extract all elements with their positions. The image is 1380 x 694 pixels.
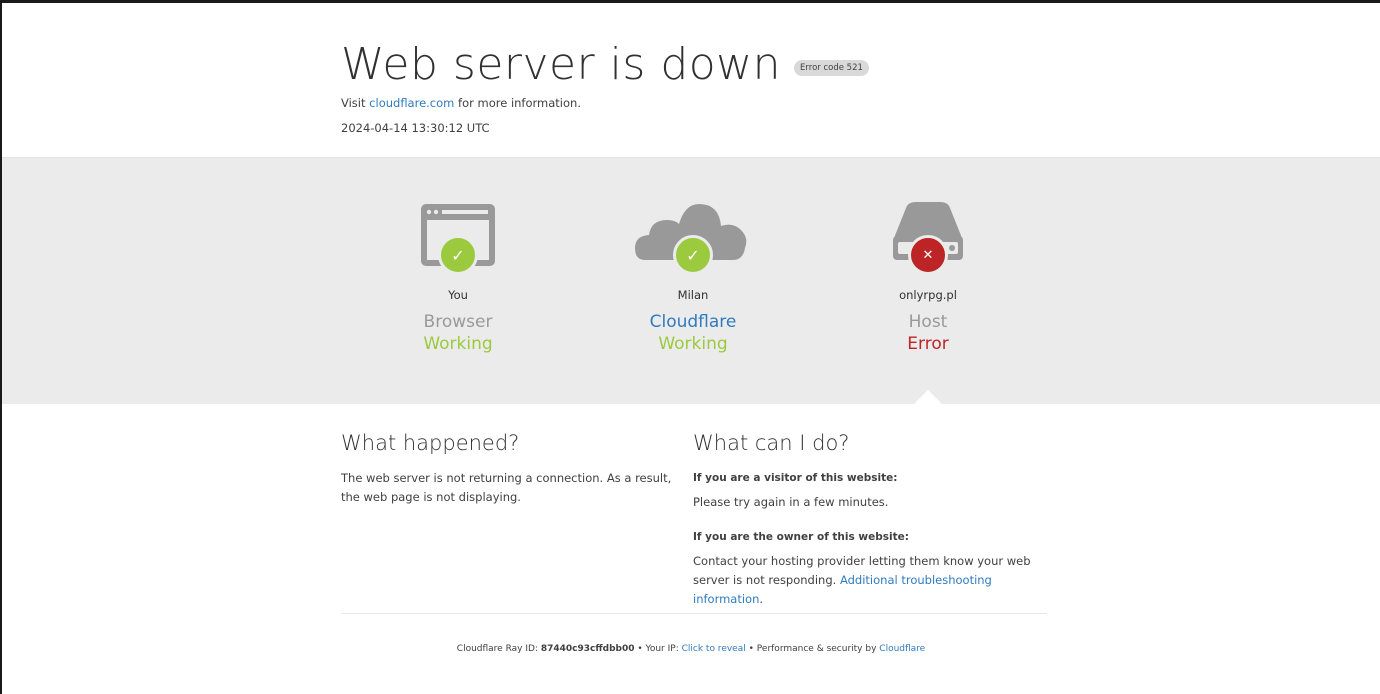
footer-separator: • [637, 644, 643, 654]
cloudflare-link[interactable]: cloudflare.com [369, 96, 454, 110]
error-code-badge: Error code 521 [794, 59, 869, 76]
ray-id-value: 87440c93cffdbb00 [540, 644, 635, 654]
what-can-i-do-heading: What can I do? [693, 431, 850, 455]
node-status: Working [423, 334, 493, 354]
page-title: Web server is down [341, 39, 782, 90]
ip-label: Your IP: [645, 644, 679, 654]
owner-question: If you are the owner of this website: [693, 531, 909, 543]
visit-prefix: Visit [341, 96, 366, 110]
owner-answer: Contact your hosting provider letting th… [693, 552, 1045, 609]
node-kind-link[interactable]: Cloudflare [593, 312, 793, 332]
reveal-ip-link[interactable]: Click to reveal [682, 644, 746, 654]
info-columns: What happened? The web server is not ret… [341, 431, 1047, 609]
ray-id-label: Cloudflare Ray ID: [456, 644, 538, 654]
node-kind: Browser [423, 312, 493, 332]
cloud-icon: ✓ [593, 198, 793, 275]
visit-suffix: for more information. [458, 96, 581, 110]
check-icon: ✓ [438, 235, 478, 275]
timestamp: 2024-04-14 13:30:12 UTC [341, 121, 490, 135]
node-host: ✕ onlyrpg.pl Host Error [828, 198, 1028, 354]
node-kind: Host [908, 312, 948, 332]
what-happened-section: What happened? The web server is not ret… [341, 431, 693, 609]
server-icon: ✕ [828, 198, 1028, 275]
owner-answer-end: . [759, 592, 764, 606]
footer-divider [341, 613, 1047, 614]
node-location: onlyrpg.pl [899, 288, 957, 302]
browser-icon: ✓ [358, 198, 558, 275]
node-status: Working [658, 334, 728, 354]
status-diagram: ✓ You Browser Working ✓ Milan Cloudflare… [2, 157, 1380, 405]
visitor-answer: Please try again in a few minutes. [693, 495, 889, 509]
active-node-pointer [913, 390, 943, 405]
what-can-i-do-section: What can I do? If you are a visitor of t… [693, 431, 1045, 609]
page-header: Web server is down Error code 521 Visit … [2, 3, 1380, 157]
check-icon: ✓ [673, 235, 713, 275]
what-happened-heading: What happened? [341, 431, 520, 455]
node-cloudflare: ✓ Milan Cloudflare Working [593, 198, 793, 354]
node-location: Milan [677, 288, 709, 302]
perf-label: Performance & security by [756, 644, 877, 654]
node-location: You [448, 288, 468, 302]
node-status: Error [907, 334, 949, 354]
node-browser: ✓ You Browser Working [358, 198, 558, 354]
footer: Cloudflare Ray ID: 87440c93cffdbb00 • Yo… [2, 644, 1380, 654]
visit-line: Visit cloudflare.com for more informatio… [341, 96, 581, 110]
title-row: Web server is down Error code 521 [341, 39, 869, 90]
footer-separator: • [748, 644, 754, 654]
visitor-question: If you are a visitor of this website: [693, 472, 898, 484]
cloudflare-footer-link[interactable]: Cloudflare [879, 644, 925, 654]
error-x-icon: ✕ [908, 235, 948, 275]
what-happened-text: The web server is not returning a connec… [341, 471, 672, 504]
